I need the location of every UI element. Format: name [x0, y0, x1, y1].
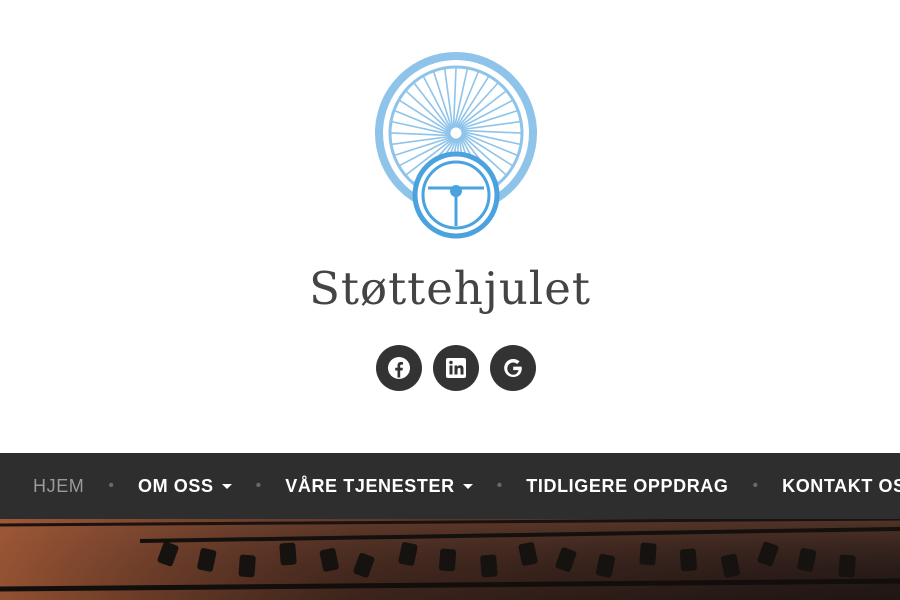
stage-lights-image	[0, 519, 900, 600]
linkedin-icon	[446, 358, 466, 378]
nav-item-kontakt-oss[interactable]: KONTAKT OSS	[782, 476, 900, 497]
site-title[interactable]: Støttehjulet	[0, 262, 900, 315]
nav-item-label: OM OSS	[138, 475, 214, 496]
linkedin-button[interactable]	[433, 345, 479, 391]
nav-item-hjem[interactable]: HJEM	[33, 476, 84, 497]
nav-item-label: HJEM	[33, 475, 85, 496]
facebook-button[interactable]	[376, 345, 422, 391]
nav-separator: •	[496, 477, 503, 494]
hero-image	[0, 519, 900, 600]
nav-item-label: KONTAKT OSS	[782, 475, 900, 496]
nav-separator: •	[752, 477, 759, 494]
google-icon	[504, 359, 522, 377]
nav-item-om-oss[interactable]: OM OSS	[138, 476, 232, 497]
site-header: Støttehjulet	[0, 0, 900, 453]
nav-separator: •	[255, 477, 262, 494]
nav-item-tidligere-oppdrag[interactable]: TIDLIGERE OPPDRAG	[526, 476, 728, 497]
nav-item-vare-tjenester[interactable]: VÅRE TJENESTER	[285, 475, 473, 497]
nav-separator: •	[108, 477, 115, 494]
logo-icon[interactable]	[364, 48, 548, 240]
nav-item-label: TIDLIGERE OPPDRAG	[526, 475, 729, 496]
facebook-icon	[388, 357, 410, 379]
caret-down-icon	[221, 483, 232, 489]
social-links	[0, 345, 900, 391]
caret-down-icon	[462, 483, 473, 489]
main-navigation: HJEM • OM OSS • VÅRE TJENESTER • TIDLIGE…	[0, 453, 900, 519]
google-button[interactable]	[490, 345, 536, 391]
nav-item-label: VÅRE TJENESTER	[285, 475, 455, 496]
